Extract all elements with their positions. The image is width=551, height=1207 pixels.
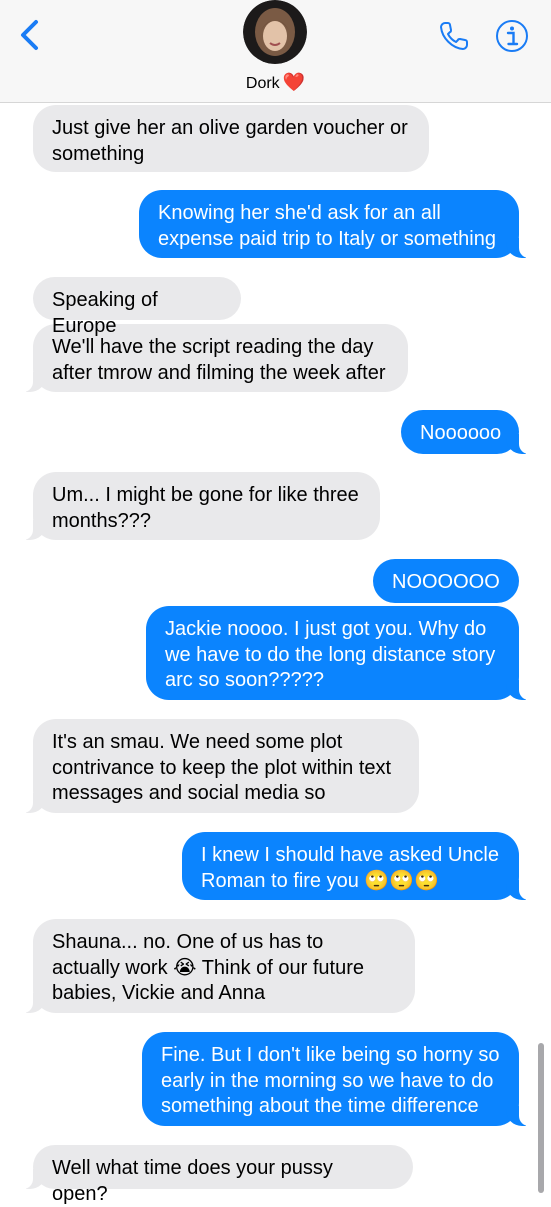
conversation-header: Dork ❤️ <box>0 0 551 103</box>
avatar-image <box>243 0 307 64</box>
phone-icon[interactable] <box>436 18 472 54</box>
message-outgoing[interactable]: Fine. But I don't like being so horny so… <box>142 1032 529 1126</box>
message-incoming[interactable]: Shauna... no. One of us has to actually … <box>23 919 415 1013</box>
message-incoming[interactable]: Just give her an olive garden voucher or… <box>33 105 429 172</box>
contact-name[interactable]: Dork ❤️ <box>0 72 551 93</box>
avatar[interactable] <box>243 0 307 64</box>
message-outgoing[interactable]: I knew I should have asked Uncle Roman t… <box>182 832 529 900</box>
info-icon[interactable] <box>494 18 530 54</box>
message-thread[interactable]: Just give her an olive garden voucher or… <box>0 0 551 1205</box>
message-incoming[interactable]: It's an smau. We need some plot contriva… <box>23 719 419 813</box>
message-outgoing[interactable]: NOOOOOO <box>373 559 519 603</box>
message-incoming[interactable]: Speaking of Europe <box>33 277 241 337</box>
message-outgoing[interactable]: Noooooo <box>401 410 529 454</box>
scrollbar[interactable] <box>538 1043 544 1193</box>
back-chevron-icon[interactable] <box>14 18 48 52</box>
message-incoming[interactable]: Well what time does your pussy open? <box>23 1145 413 1205</box>
message-incoming[interactable]: Um... I might be gone for like three mon… <box>23 472 380 540</box>
heart-emoji: ❤️ <box>282 72 306 92</box>
message-outgoing[interactable]: Knowing her she'd ask for an all expense… <box>139 190 529 258</box>
message-outgoing[interactable]: Jackie noooo. I just got you. Why do we … <box>146 606 529 700</box>
contact-name-text: Dork <box>245 75 280 92</box>
